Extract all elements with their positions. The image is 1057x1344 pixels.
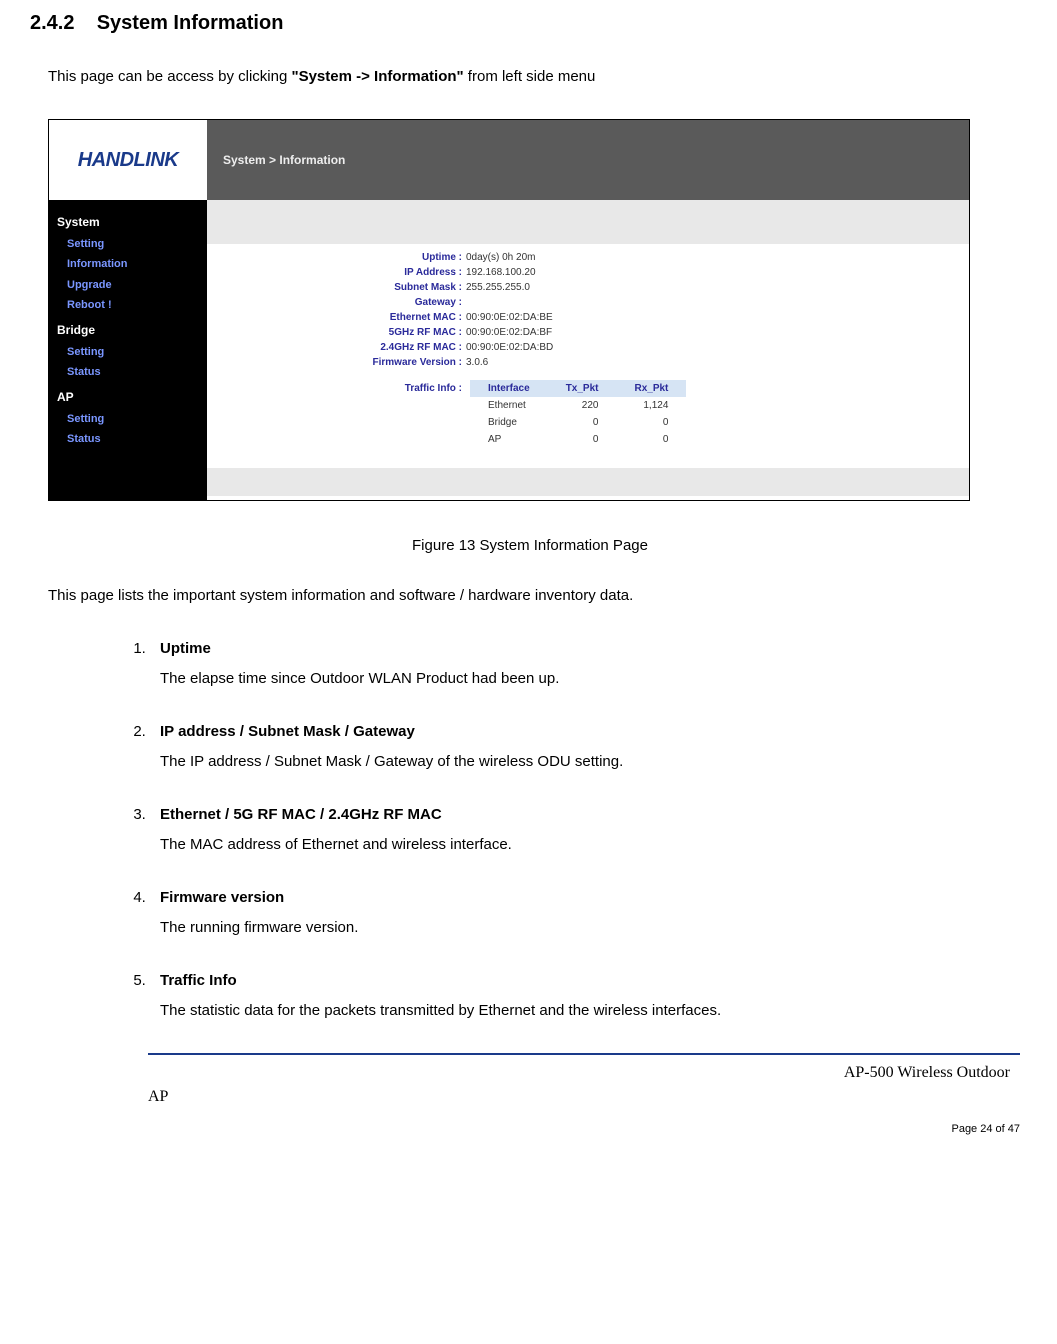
traffic-cell-tx: 220 bbox=[548, 397, 617, 414]
breadcrumb-bar: System > Information bbox=[207, 120, 969, 200]
traffic-table: Interface Tx_Pkt Rx_Pkt Ethernet 220 1,1… bbox=[470, 380, 686, 448]
list-item: Ethernet / 5G RF MAC / 2.4GHz RF MAC The… bbox=[150, 804, 1030, 857]
nav-head-bridge: Bridge bbox=[49, 316, 207, 342]
footer-ap: AP bbox=[148, 1085, 1020, 1109]
traffic-cell-tx: 0 bbox=[548, 414, 617, 431]
traffic-cell-rx: 0 bbox=[616, 414, 686, 431]
info-table: Uptime :0day(s) 0h 20m IP Address :192.1… bbox=[287, 250, 969, 370]
nav-item-bridge-status[interactable]: Status bbox=[49, 362, 207, 383]
sidebar-nav: System Setting Information Upgrade Reboo… bbox=[49, 200, 207, 500]
term-mac: Ethernet / 5G RF MAC / 2.4GHz RF MAC bbox=[160, 804, 1030, 827]
nav-head-ap: AP bbox=[49, 383, 207, 409]
brand-logo: HANDLINK bbox=[49, 120, 207, 200]
nav-item-ap-setting[interactable]: Setting bbox=[49, 409, 207, 430]
traffic-th-rx: Rx_Pkt bbox=[616, 380, 686, 397]
term-fw: Firmware version bbox=[160, 887, 1030, 910]
list-item: Traffic Info The statistic data for the … bbox=[150, 970, 1030, 1023]
label-5gmac: 5GHz RF MAC : bbox=[287, 325, 466, 340]
body-fw: The running firmware version. bbox=[160, 919, 358, 936]
label-fw: Firmware Version : bbox=[287, 355, 466, 370]
label-gateway: Gateway : bbox=[287, 295, 466, 310]
traffic-cell-iface: AP bbox=[470, 431, 548, 448]
nav-item-upgrade[interactable]: Upgrade bbox=[49, 275, 207, 296]
section-heading: 2.4.2 System Information bbox=[30, 8, 1030, 38]
nav-item-reboot[interactable]: Reboot ! bbox=[49, 295, 207, 316]
traffic-th-iface: Interface bbox=[470, 380, 548, 397]
footer-title: AP-500 Wireless Outdoor bbox=[148, 1061, 1020, 1085]
intro-post: from left side menu bbox=[464, 68, 596, 85]
section-number: 2.4.2 bbox=[30, 12, 74, 34]
page-number: Page 24 of 47 bbox=[30, 1121, 1020, 1138]
label-ip: IP Address : bbox=[287, 265, 466, 280]
label-mask: Subnet Mask : bbox=[287, 280, 466, 295]
traffic-row: AP 0 0 bbox=[470, 431, 686, 448]
label-24gmac: 2.4GHz RF MAC : bbox=[287, 340, 466, 355]
traffic-cell-rx: 0 bbox=[616, 431, 686, 448]
value-24gmac: 00:90:0E:02:DA:BD bbox=[466, 340, 553, 355]
value-uptime: 0day(s) 0h 20m bbox=[466, 250, 535, 265]
content-footer-bar bbox=[207, 468, 969, 496]
value-mask: 255.255.255.0 bbox=[466, 280, 530, 295]
list-item: Firmware version The running firmware ve… bbox=[150, 887, 1030, 940]
body-ip: The IP address / Subnet Mask / Gateway o… bbox=[160, 753, 623, 770]
list-item: Uptime The elapse time since Outdoor WLA… bbox=[150, 638, 1030, 691]
traffic-cell-iface: Ethernet bbox=[470, 397, 548, 414]
traffic-row: Ethernet 220 1,124 bbox=[470, 397, 686, 414]
traffic-cell-rx: 1,124 bbox=[616, 397, 686, 414]
screenshot: HANDLINK System > Information System Set… bbox=[48, 119, 970, 501]
description-paragraph: This page lists the important system inf… bbox=[48, 585, 1030, 608]
label-uptime: Uptime : bbox=[287, 250, 466, 265]
content-header-bar bbox=[207, 200, 969, 244]
nav-head-system: System bbox=[49, 208, 207, 234]
screenshot-header: HANDLINK System > Information bbox=[49, 120, 969, 200]
term-traffic: Traffic Info bbox=[160, 970, 1030, 993]
term-ip: IP address / Subnet Mask / Gateway bbox=[160, 721, 1030, 744]
list-item: IP address / Subnet Mask / Gateway The I… bbox=[150, 721, 1030, 774]
content-pane: Uptime :0day(s) 0h 20m IP Address :192.1… bbox=[207, 200, 969, 500]
value-ip: 192.168.100.20 bbox=[466, 265, 536, 280]
traffic-row: Bridge 0 0 bbox=[470, 414, 686, 431]
intro-pre: This page can be access by clicking bbox=[48, 68, 291, 85]
footer-row: AP-500 Wireless Outdoor bbox=[148, 1061, 1020, 1085]
nav-item-information[interactable]: Information bbox=[49, 254, 207, 275]
traffic-cell-tx: 0 bbox=[548, 431, 617, 448]
section-title: System Information bbox=[97, 12, 284, 34]
nav-item-bridge-setting[interactable]: Setting bbox=[49, 342, 207, 363]
traffic-th-tx: Tx_Pkt bbox=[548, 380, 617, 397]
label-traffic: Traffic Info : bbox=[287, 380, 466, 396]
nav-item-setting[interactable]: Setting bbox=[49, 234, 207, 255]
figure-caption: Figure 13 System Information Page bbox=[30, 535, 1030, 558]
body-traffic: The statistic data for the packets trans… bbox=[160, 1002, 721, 1019]
value-ethmac: 00:90:0E:02:DA:BE bbox=[466, 310, 553, 325]
value-5gmac: 00:90:0E:02:DA:BF bbox=[466, 325, 552, 340]
intro-paragraph: This page can be access by clicking "Sys… bbox=[48, 66, 1030, 89]
body-uptime: The elapse time since Outdoor WLAN Produ… bbox=[160, 670, 559, 687]
traffic-cell-iface: Bridge bbox=[470, 414, 548, 431]
value-fw: 3.0.6 bbox=[466, 355, 488, 370]
body-mac: The MAC address of Ethernet and wireless… bbox=[160, 836, 512, 853]
label-ethmac: Ethernet MAC : bbox=[287, 310, 466, 325]
term-uptime: Uptime bbox=[160, 638, 1030, 661]
nav-item-ap-status[interactable]: Status bbox=[49, 429, 207, 450]
footer-rule bbox=[148, 1053, 1020, 1055]
intro-bold: "System -> Information" bbox=[291, 68, 463, 85]
definition-list: Uptime The elapse time since Outdoor WLA… bbox=[130, 638, 1030, 1023]
